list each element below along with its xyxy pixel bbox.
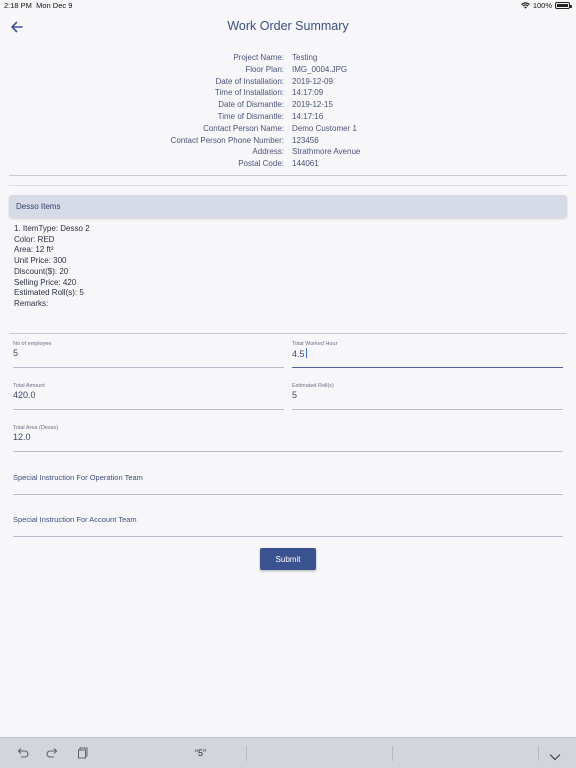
divider xyxy=(9,333,567,334)
field-value: 420.0 xyxy=(13,390,36,400)
total-amount-field[interactable]: Total Amount 420.0 xyxy=(13,383,284,410)
info-label: Project Name: xyxy=(233,53,284,62)
info-row-address: Address: Strathmore Avenue xyxy=(0,146,576,158)
field-label: Total Area (Desso) xyxy=(13,425,59,431)
item-line: Color: RED xyxy=(14,234,55,244)
info-value: 2019-12-15 xyxy=(292,100,333,110)
info-row-date-installation: Date of Installation: 2019-12-09 xyxy=(0,76,576,88)
info-label: Time of Installation: xyxy=(214,88,284,98)
status-indicators: 100% xyxy=(520,1,572,10)
item-line: Remarks: xyxy=(14,298,49,308)
divider xyxy=(392,746,393,761)
field-label: Estimated Roll(s) xyxy=(292,383,334,389)
field-value: 5 xyxy=(13,348,19,358)
info-label: Contact Person Phone Number: xyxy=(170,135,284,145)
text-caret xyxy=(305,348,307,358)
keyboard-shortcut-bar: “5” xyxy=(0,737,576,768)
info-label: Date of Dismantle: xyxy=(218,100,284,110)
item-line: Discount($): 20 xyxy=(14,266,69,276)
info-value: Strathmore Avenue xyxy=(292,147,361,157)
section-title: Desso Items xyxy=(16,202,61,211)
divider xyxy=(246,746,247,761)
field-underline xyxy=(292,367,563,368)
item-line: Selling Price: 420 xyxy=(14,277,77,287)
submit-button[interactable]: Submit xyxy=(260,548,316,570)
info-value: Demo Customer 1 xyxy=(292,123,357,133)
info-label: Time of Dismantle: xyxy=(217,111,284,121)
info-row-floor-plan: Floor Plan: IMG_0004.JPG xyxy=(0,64,576,76)
keyboard-suggestion[interactable]: “5” xyxy=(195,748,206,758)
info-row-time-dismantle: Time of Dismantle: 14:17:16 xyxy=(0,111,576,123)
info-label: Postal Code: xyxy=(238,159,284,169)
field-label: No of employee xyxy=(13,341,52,347)
item-line: Area: 12 ft² xyxy=(14,245,54,255)
field-value-wrap: 4.5 xyxy=(292,348,307,359)
info-label: Date of Installation: xyxy=(215,76,284,86)
field-label: Total Worked Hour xyxy=(292,341,338,347)
desso-item-details: 1. ItemType: Desso 2 Color: RED Area: 12… xyxy=(14,224,90,310)
field-placeholder: Special Instruction For Operation Team xyxy=(13,473,143,482)
info-value: IMG_0004.JPG xyxy=(292,64,348,74)
item-line: Estimated Roll(s): 5 xyxy=(14,288,84,298)
info-value: 14:17:16 xyxy=(292,111,324,121)
field-underline xyxy=(13,536,563,537)
info-row-postal-code: Postal Code: 144061 xyxy=(0,158,576,170)
field-placeholder: Special Instruction For Account Team xyxy=(13,515,137,524)
field-underline xyxy=(292,409,563,410)
divider xyxy=(538,746,539,761)
field-underline xyxy=(13,494,563,495)
special-instruction-operation-input[interactable]: Special Instruction For Operation Team xyxy=(13,473,563,495)
status-time: 2:18 PM Mon Dec 9 xyxy=(4,1,73,10)
info-value: 144061 xyxy=(292,159,319,169)
field-value: 5 xyxy=(292,390,298,400)
info-row-contact-phone: Contact Person Phone Number: 123456 xyxy=(0,135,576,147)
status-bar: 2:18 PM Mon Dec 9 100% xyxy=(0,0,576,12)
redo-icon[interactable] xyxy=(46,746,59,764)
info-row-contact-name: Contact Person Name: Demo Customer 1 xyxy=(0,123,576,135)
paste-icon[interactable] xyxy=(77,746,89,764)
field-underline xyxy=(13,409,284,410)
info-label: Address: xyxy=(252,147,284,157)
page-title: Work Order Summary xyxy=(227,19,349,33)
field-underline xyxy=(13,367,284,368)
field-label: Total Amount xyxy=(13,383,45,389)
divider xyxy=(9,175,567,176)
item-line: 1. ItemType: Desso 2 xyxy=(14,224,90,233)
info-label: Contact Person Name: xyxy=(203,123,284,133)
battery-percent: 100% xyxy=(532,1,552,10)
divider xyxy=(9,185,567,186)
special-instruction-account-input[interactable]: Special Instruction For Account Team xyxy=(13,515,563,537)
estimated-rolls-field[interactable]: Estimated Roll(s) 5 xyxy=(292,383,563,410)
chevron-down-icon[interactable] xyxy=(549,748,561,766)
field-value: 4.5 xyxy=(292,349,305,359)
info-value: 14:17:09 xyxy=(292,88,324,98)
wifi-icon xyxy=(520,2,530,9)
battery-icon xyxy=(555,2,572,9)
info-row-project-name: Project Name: Testing xyxy=(0,52,576,64)
info-value: Testing xyxy=(292,53,318,62)
info-value: 2019-12-09 xyxy=(292,76,333,86)
desso-items-header[interactable]: Desso Items xyxy=(9,195,567,218)
item-line: Unit Price: 300 xyxy=(14,256,67,266)
info-row-date-dismantle: Date of Dismantle: 2019-12-15 xyxy=(0,99,576,111)
field-value: 12.0 xyxy=(13,432,31,442)
field-underline xyxy=(13,451,563,452)
info-value: 123456 xyxy=(292,135,319,145)
worked-hour-field[interactable]: Total Worked Hour 4.5 xyxy=(292,341,563,368)
info-label: Floor Plan: xyxy=(245,64,284,74)
undo-icon[interactable] xyxy=(16,746,29,764)
work-order-info: Project Name: Testing Floor Plan: IMG_0004… xyxy=(0,52,576,170)
total-area-field[interactable]: Total Area (Desso) 12.0 xyxy=(13,425,563,452)
employees-field[interactable]: No of employee 5 xyxy=(13,341,284,368)
info-row-time-installation: Time of Installation: 14:17:09 xyxy=(0,87,576,99)
